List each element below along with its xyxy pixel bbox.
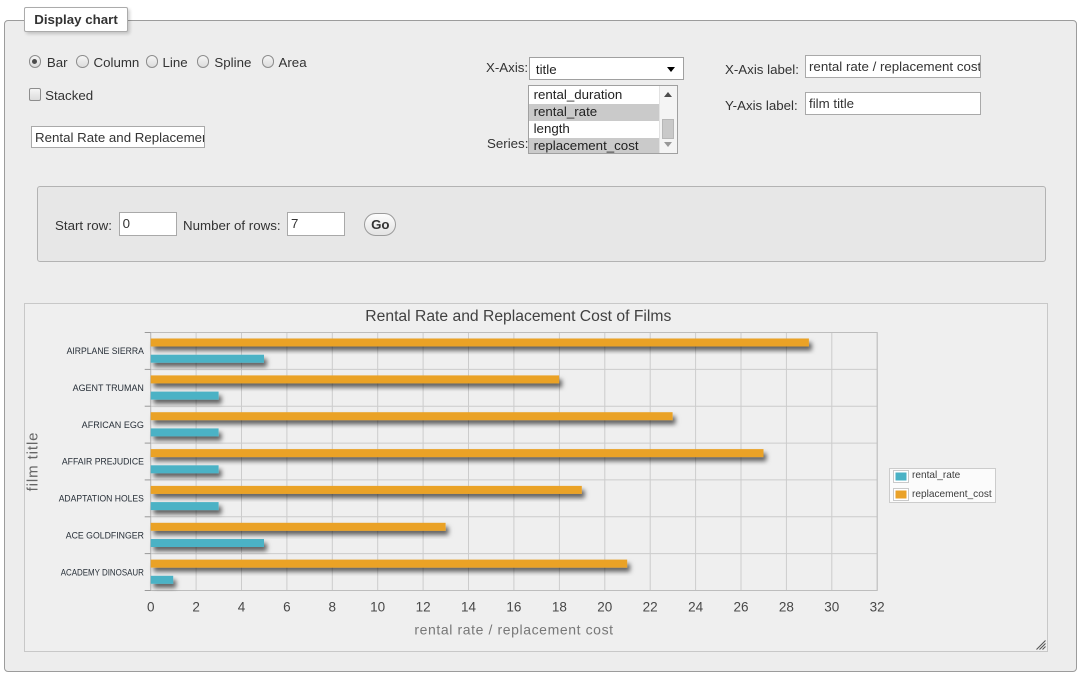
- svg-text:0: 0: [147, 600, 155, 615]
- svg-text:AIRPLANE SIERRA: AIRPLANE SIERRA: [67, 346, 144, 356]
- svg-text:18: 18: [552, 600, 567, 615]
- svg-text:14: 14: [461, 600, 477, 615]
- svg-text:rental rate / replacement cost: rental rate / replacement cost: [414, 622, 613, 638]
- svg-text:12: 12: [416, 600, 431, 615]
- svg-text:30: 30: [824, 600, 839, 615]
- svg-text:10: 10: [370, 600, 385, 615]
- svg-text:AFRICAN EGG: AFRICAN EGG: [82, 420, 144, 430]
- svg-text:8: 8: [329, 600, 337, 615]
- svg-text:ACADEMY DINOSAUR: ACADEMY DINOSAUR: [61, 567, 144, 577]
- svg-text:rental_rate: rental_rate: [912, 470, 961, 481]
- svg-text:22: 22: [643, 600, 658, 615]
- svg-text:AFFAIR PREJUDICE: AFFAIR PREJUDICE: [62, 457, 144, 467]
- svg-text:32: 32: [870, 600, 885, 615]
- svg-text:Rental Rate and Replacement Co: Rental Rate and Replacement Cost of Film…: [365, 308, 671, 325]
- svg-text:26: 26: [733, 600, 748, 615]
- svg-text:AGENT TRUMAN: AGENT TRUMAN: [73, 383, 144, 393]
- svg-text:28: 28: [779, 600, 794, 615]
- svg-text:ACE GOLDFINGER: ACE GOLDFINGER: [66, 530, 144, 540]
- svg-text:film title: film title: [25, 432, 42, 492]
- svg-text:20: 20: [597, 600, 612, 615]
- svg-text:2: 2: [192, 600, 200, 615]
- svg-text:4: 4: [238, 600, 246, 615]
- svg-text:ADAPTATION HOLES: ADAPTATION HOLES: [59, 494, 144, 504]
- svg-text:6: 6: [283, 600, 291, 615]
- svg-text:24: 24: [688, 600, 704, 615]
- svg-text:16: 16: [506, 600, 521, 615]
- svg-text:replacement_cost: replacement_cost: [912, 489, 992, 500]
